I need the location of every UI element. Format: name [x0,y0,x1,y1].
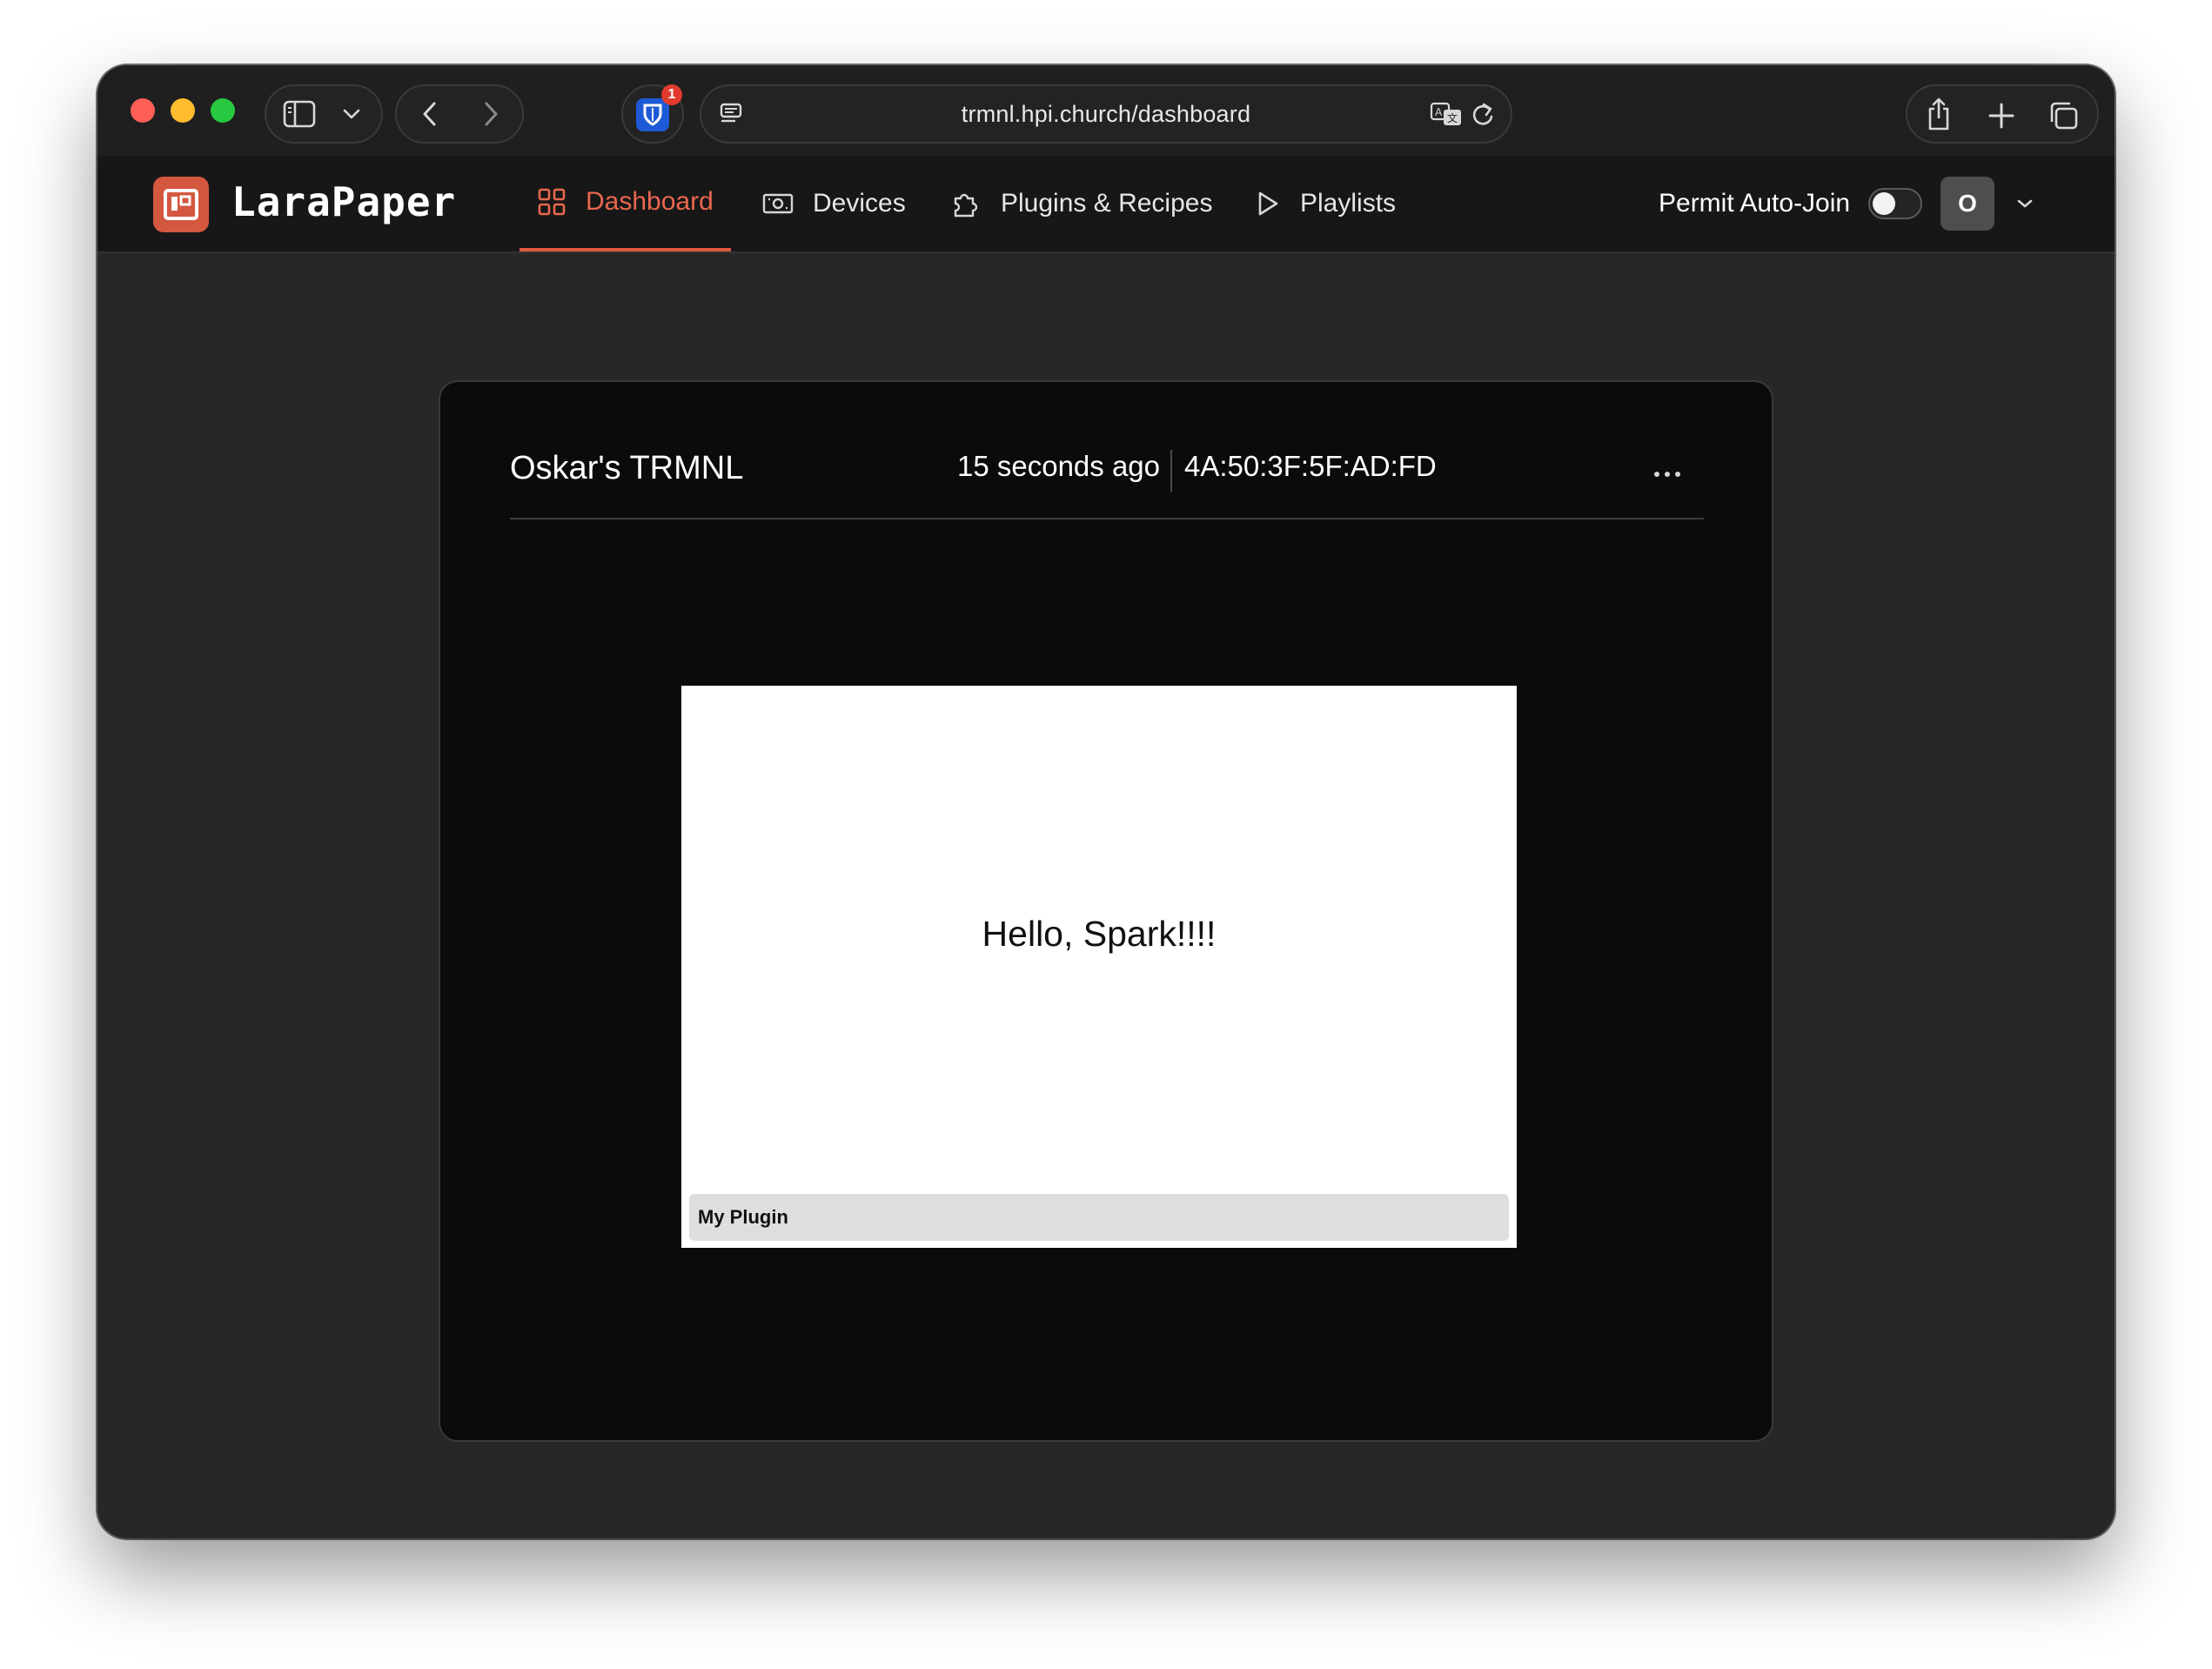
chevron-down-icon[interactable] [339,102,364,126]
device-screen-preview: Hello, Spark!!!! My Plugin [681,686,1517,1248]
card-divider [510,518,1704,519]
device-card: Oskar's TRMNL 15 seconds ago 4A:50:3F:5F… [439,380,1773,1442]
dashboard-icon [537,187,566,217]
app-brand-name[interactable]: LaraPaper [231,178,456,225]
browser-toolbar: 1 trmnl.hpi.church/dashboard A文 [97,65,2115,156]
forward-icon[interactable] [475,98,506,130]
screen-content: Hello, Spark!!!! [982,914,1217,954]
nav-plugins-recipes[interactable]: Plugins & Recipes [950,156,1212,251]
nav-devices-label: Devices [813,189,906,218]
app-navbar: LaraPaper Dashboard Devices Plugins & Re… [97,156,2115,253]
close-window-button[interactable] [131,98,155,123]
bitwarden-icon [636,98,669,131]
toggle-knob [1873,192,1895,215]
new-tab-icon[interactable] [1984,98,2019,133]
history-nav-group [395,84,524,144]
nav-plugins-label: Plugins & Recipes [1001,189,1213,218]
device-name[interactable]: Oskar's TRMNL [510,450,743,487]
minimize-window-button[interactable] [171,98,195,123]
share-icon[interactable] [1921,95,1956,133]
device-last-seen: 15 seconds ago [957,450,1161,482]
nav-dashboard[interactable]: Dashboard [519,156,731,251]
play-icon [1255,190,1281,218]
user-menu-chevron-down-icon[interactable] [2012,191,2038,217]
more-options-icon[interactable] [1650,466,1685,483]
nav-playlists-label: Playlists [1300,189,1397,218]
zoom-window-button[interactable] [211,98,235,123]
nav-devices[interactable]: Devices [762,156,906,251]
back-icon[interactable] [414,98,446,130]
extension-button[interactable]: 1 [621,84,684,144]
permit-auto-join-toggle[interactable] [1868,188,1922,219]
permit-auto-join-label: Permit Auto-Join [1659,189,1851,218]
user-avatar[interactable]: O [1941,177,1994,231]
svg-text:A: A [1435,106,1443,118]
browser-window: 1 trmnl.hpi.church/dashboard A文 LaraPape… [97,65,2115,1538]
translate-icon[interactable]: A文 [1429,98,1464,130]
tabs-overview-icon[interactable] [2045,98,2081,133]
meta-divider [1170,450,1172,492]
nav-playlists[interactable]: Playlists [1255,156,1396,251]
window-actions-group [1906,84,2099,144]
url-text[interactable]: trmnl.hpi.church/dashboard [701,86,1511,142]
devices-icon [762,191,794,217]
sidebar-icon[interactable] [282,98,317,130]
nav-dashboard-label: Dashboard [586,187,714,216]
sidebar-toggle-group [265,84,383,144]
screen-plugin-title: My Plugin [689,1194,1509,1241]
app-logo-icon[interactable] [153,177,209,232]
svg-text:文: 文 [1447,111,1458,124]
reload-icon[interactable] [1467,98,1498,130]
address-bar[interactable]: trmnl.hpi.church/dashboard A文 [700,84,1512,144]
extension-badge: 1 [661,84,682,105]
device-mac-address: 4A:50:3F:5F:AD:FD [1184,450,1437,482]
puzzle-icon [950,188,982,219]
